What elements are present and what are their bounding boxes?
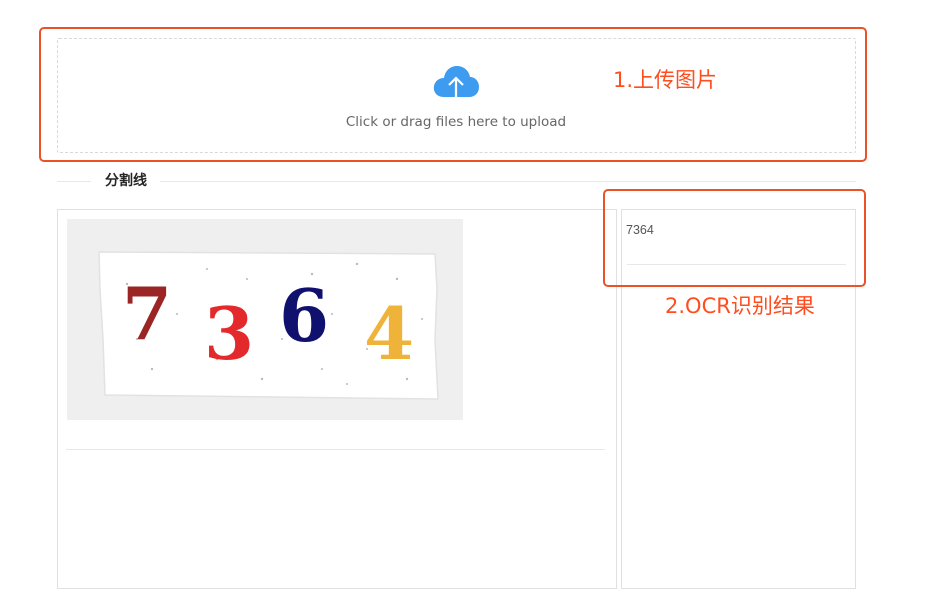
image-card-divider [66,449,605,450]
divider-line-right [160,181,856,182]
divider-line-left [57,181,91,182]
captcha-digit: 7 [122,271,172,356]
divider-label: 分割线 [105,173,147,189]
captcha-digit: 4 [364,291,414,376]
captcha-image: 7 3 6 4 [67,219,463,420]
annotation-box-result [603,189,866,287]
annotation-label-upload: 1.上传图片 [613,68,718,92]
captcha-digit: 3 [204,291,254,376]
annotation-label-result: 2.OCR识别结果 [665,294,815,318]
captcha-digit: 6 [279,273,329,358]
annotation-box-upload [39,27,867,162]
